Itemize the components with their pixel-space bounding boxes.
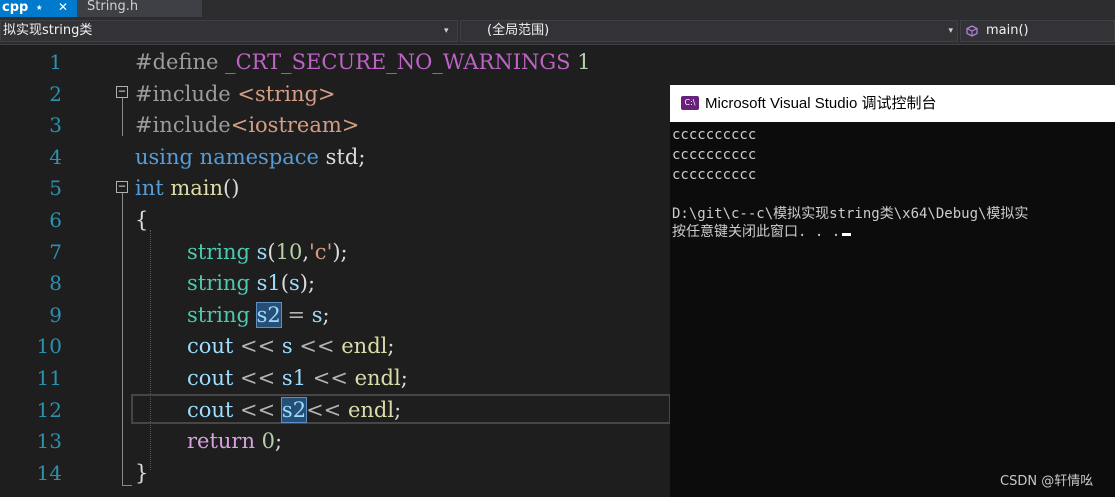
function-label: main(): [986, 23, 1029, 38]
line-number: 13: [36, 429, 62, 454]
scope-label: (全局范围): [487, 23, 550, 38]
close-icon[interactable]: ✕: [58, 0, 68, 15]
tab-label: String.h: [87, 0, 139, 14]
code-line-2: #include <string>: [135, 81, 336, 106]
line-number: 9: [49, 302, 62, 327]
code-line-6: {: [135, 208, 149, 232]
console-line: cccccccccc: [672, 147, 757, 163]
line-number: 10: [36, 334, 62, 359]
line-number-gutter: 1 2 3 4 5 6 7 8 9 10 11 12 13 14: [0, 45, 70, 497]
code-line-5: int main(): [135, 176, 240, 201]
code-line-10: cout << s << endl;: [187, 334, 395, 359]
line-number: 3: [49, 113, 62, 138]
line-number: 2: [49, 81, 62, 106]
console-output: cccccccccc cccccccccc cccccccccc D:\git\…: [672, 125, 1028, 241]
console-prompt-line: 按任意键关闭此窗口. . .: [672, 223, 1028, 241]
project-name: 拟实现string类: [3, 23, 93, 38]
code-line-14: }: [135, 460, 149, 485]
code-line-1: #define _CRT_SECURE_NO_WARNINGS 1: [135, 50, 591, 74]
line-number: 14: [36, 460, 62, 485]
console-line: cccccccccc: [672, 167, 757, 183]
collapse-include-icon[interactable]: −: [116, 85, 128, 98]
line-number: 11: [36, 366, 62, 390]
outline-bracket: [122, 98, 123, 136]
code-line-8: string s1(s);: [187, 271, 316, 296]
collapse-main-icon[interactable]: −: [116, 180, 128, 193]
chevron-down-icon: ▾: [444, 26, 449, 36]
document-tab-strip: cpp ⭑ ✕ String.h: [0, 0, 1115, 17]
outline-bracket-end: [122, 485, 132, 486]
code-line-4: using namespace std;: [135, 144, 366, 169]
code-line-13: return 0;: [187, 429, 283, 454]
line-number: 8: [49, 271, 62, 296]
function-dropdown[interactable]: main(): [960, 20, 1115, 42]
chevron-down-icon: ▾: [948, 26, 953, 36]
selected-symbol-s2: s2: [280, 396, 308, 423]
tab-label: cpp: [2, 0, 29, 15]
pin-icon[interactable]: ⭑: [36, 0, 42, 15]
code-line-11: cout << s1 << endl;: [187, 366, 408, 390]
line-number: 4: [49, 144, 62, 169]
line-number: 5: [49, 176, 62, 201]
method-cube-icon: [966, 25, 978, 37]
console-title-bar[interactable]: C:\ Microsoft Visual Studio 调试控制台: [670, 85, 1115, 122]
indent-guide: [150, 230, 151, 470]
line-number: 7: [49, 239, 62, 264]
line-number: 6: [49, 208, 62, 232]
navigation-bar: 拟实现string类 (全局范围) ▾ main() ▾: [0, 17, 1115, 45]
scope-dropdown[interactable]: (全局范围) ▾: [460, 20, 958, 42]
code-line-3: #include<iostream>: [135, 113, 360, 138]
project-dropdown[interactable]: 拟实现string类: [0, 20, 458, 42]
watermark: CSDN @轩情吆: [1000, 474, 1094, 489]
selected-symbol-s2: s2: [255, 301, 282, 328]
text-cursor: [842, 233, 852, 236]
debug-console-window[interactable]: C:\ Microsoft Visual Studio 调试控制台 cccccc…: [670, 85, 1115, 497]
console-line: D:\git\c--c\模拟实现string类\x64\Debug\模拟实: [672, 206, 1029, 222]
line-number: 12: [36, 397, 62, 422]
console-title: Microsoft Visual Studio 调试控制台: [705, 95, 937, 112]
line-number: 1: [49, 50, 62, 74]
console-app-icon: C:\: [681, 96, 699, 110]
outline-bracket: [122, 193, 123, 485]
tab-cpp-file[interactable]: cpp ⭑ ✕: [0, 0, 77, 17]
console-line: cccccccccc: [672, 127, 757, 143]
code-line-7: string s(10,'c');: [187, 239, 348, 264]
code-line-9: string s2 = s;: [187, 301, 330, 328]
code-line-12: cout << s2<< endl;: [187, 396, 402, 423]
tab-string-h[interactable]: String.h: [77, 0, 202, 17]
